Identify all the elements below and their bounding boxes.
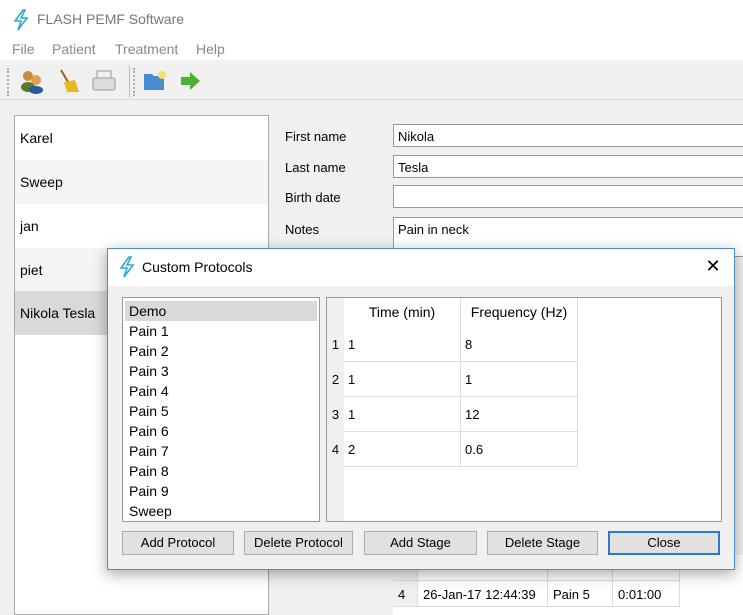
close-icon[interactable]: ✕ (702, 255, 724, 277)
protocol-item[interactable]: Pain 1 (125, 321, 317, 341)
protocol-item[interactable]: Pain 9 (125, 481, 317, 501)
history-duration[interactable]: 0:01:00 (613, 581, 680, 607)
dialog-title: Custom Protocols (142, 259, 253, 275)
stage-time-cell[interactable]: 1 (344, 397, 461, 432)
open-folder-icon[interactable] (141, 67, 169, 95)
stage-frequency-cell[interactable]: 8 (461, 327, 578, 362)
menu-file[interactable]: File (12, 41, 35, 57)
printer-icon[interactable] (90, 67, 118, 95)
lightning-icon (119, 256, 135, 278)
toolbar-grip[interactable] (133, 68, 135, 96)
row-header[interactable]: 3 (327, 397, 344, 432)
first-name-field[interactable]: Nikola (393, 124, 743, 147)
lightning-icon (13, 9, 29, 31)
row-index: 4 (393, 581, 418, 607)
arrow-right-icon[interactable] (177, 67, 205, 95)
column-header-time[interactable]: Time (min) (344, 298, 461, 327)
last-name-field[interactable]: Tesla (393, 155, 743, 178)
stage-frequency-cell[interactable]: 1 (461, 362, 578, 397)
app-title: FLASH PEMF Software (37, 11, 185, 27)
row-header[interactable]: 4 (327, 432, 344, 467)
toolbar (0, 62, 743, 100)
protocol-item[interactable]: Pain 5 (125, 401, 317, 421)
stage-time-cell[interactable]: 1 (344, 327, 461, 362)
column-header-frequency[interactable]: Frequency (Hz) (461, 298, 578, 327)
history-protocol[interactable]: Pain 5 (548, 581, 613, 607)
patient-item[interactable]: Karel (15, 116, 268, 160)
protocol-item[interactable]: Pain 4 (125, 381, 317, 401)
protocol-item-selected[interactable]: Demo (125, 301, 317, 321)
delete-protocol-button[interactable]: Delete Protocol (244, 531, 353, 555)
menu-bar: File Patient Treatment Help (0, 38, 743, 60)
menu-help[interactable]: Help (196, 41, 225, 57)
protocol-item[interactable]: Pain 7 (125, 441, 317, 461)
protocol-item[interactable]: Pain 2 (125, 341, 317, 361)
patients-icon[interactable] (18, 67, 46, 95)
protocol-item[interactable]: Pain 6 (125, 421, 317, 441)
history-date[interactable]: 26-Jan-17 12:44:39 (418, 581, 548, 607)
stage-table[interactable]: Time (min) Frequency (Hz) 1 1 8 2 1 1 3 1 12 4 2 0.… (326, 297, 722, 522)
menu-treatment[interactable]: Treatment (115, 41, 178, 57)
birth-date-label: Birth date (285, 190, 341, 205)
stage-frequency-cell[interactable]: 0.6 (461, 432, 578, 467)
add-protocol-button[interactable]: Add Protocol (122, 531, 234, 555)
patient-item[interactable]: Sweep (15, 160, 268, 204)
protocol-item[interactable]: Pain 8 (125, 461, 317, 481)
broom-icon[interactable] (54, 67, 82, 95)
protocol-list[interactable]: Demo Pain 1 Pain 2 Pain 3 Pain 4 Pain 5 … (122, 297, 320, 522)
toolbar-separator (129, 66, 130, 98)
last-name-label: Last name (285, 160, 346, 175)
stage-time-cell[interactable]: 1 (344, 362, 461, 397)
delete-stage-button[interactable]: Delete Stage (487, 531, 598, 555)
row-header[interactable]: 1 (327, 327, 344, 362)
close-button[interactable]: Close (608, 531, 720, 555)
protocol-item[interactable]: Pain 3 (125, 361, 317, 381)
birth-date-field[interactable] (393, 185, 743, 208)
toolbar-grip[interactable] (7, 68, 9, 96)
first-name-label: First name (285, 129, 347, 144)
add-stage-button[interactable]: Add Stage (364, 531, 477, 555)
notes-label: Notes (285, 222, 319, 237)
menu-patient[interactable]: Patient (52, 41, 96, 57)
row-header[interactable]: 2 (327, 362, 344, 397)
patient-item[interactable]: jan (15, 204, 268, 248)
protocol-item[interactable]: Sweep (125, 501, 317, 521)
stage-time-cell[interactable]: 2 (344, 432, 461, 467)
stage-frequency-cell[interactable]: 12 (461, 397, 578, 432)
custom-protocols-dialog: Custom Protocols ✕ Demo Pain 1 Pain 2 Pa… (107, 248, 735, 570)
dialog-title-bar: Custom Protocols ✕ (108, 249, 734, 286)
title-bar: FLASH PEMF Software (0, 0, 743, 38)
